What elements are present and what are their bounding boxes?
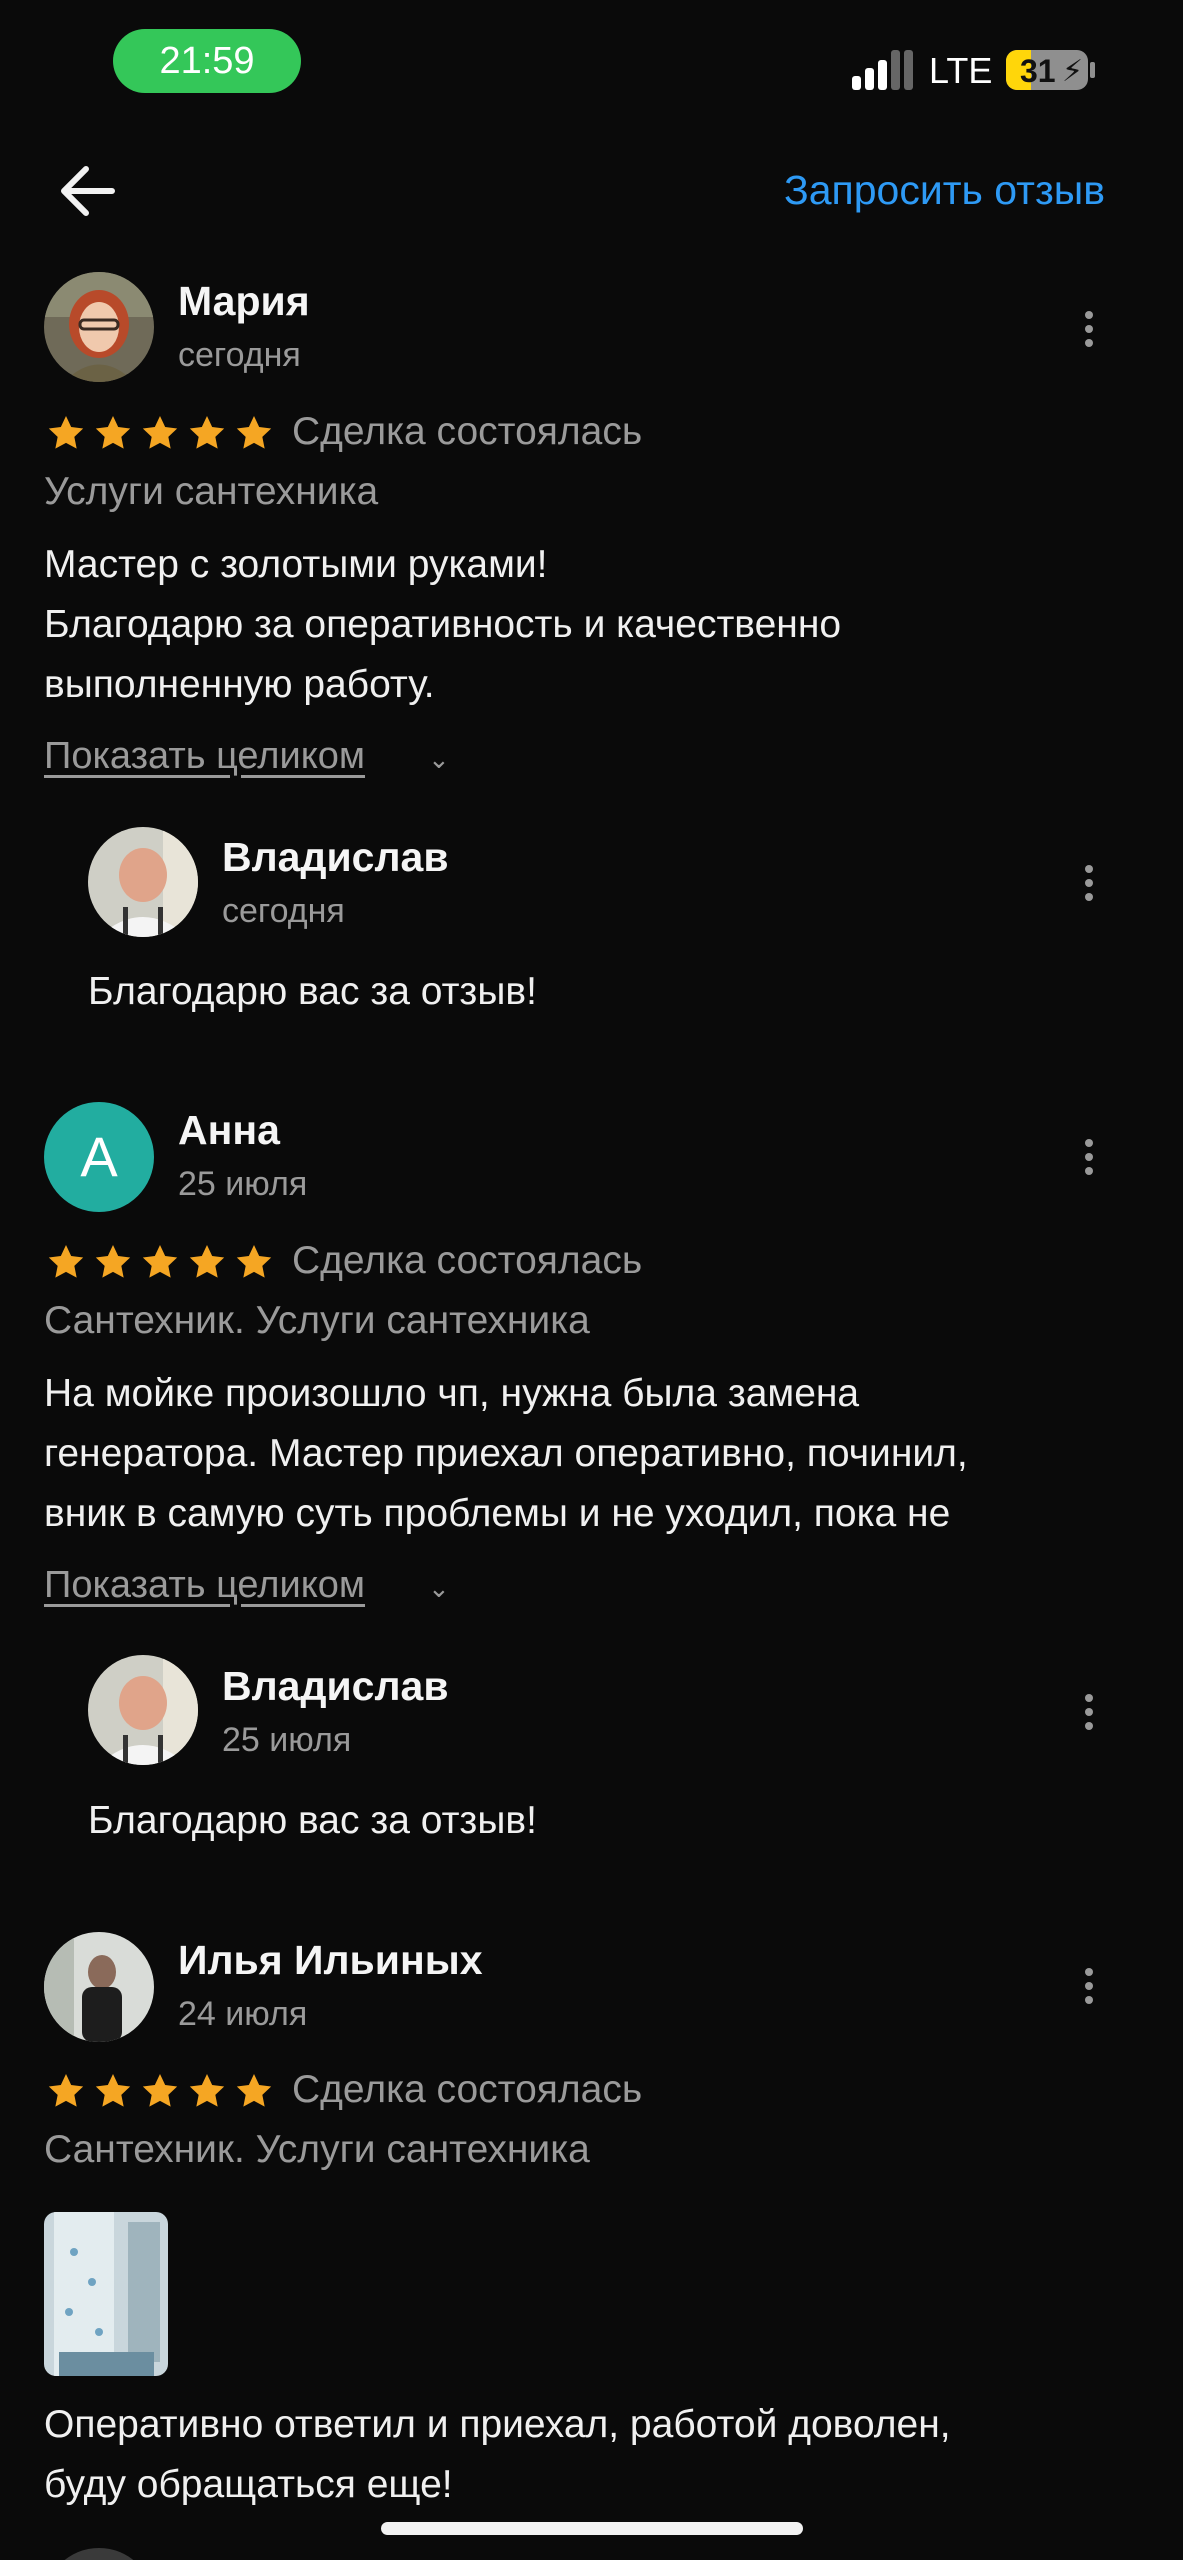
more-vertical-icon[interactable] [1069, 853, 1109, 913]
request-review-link[interactable]: Запросить отзыв [784, 167, 1105, 214]
star-icon [236, 416, 272, 449]
reviews-screen: 21:59 LTE 31 ⚡ Запросить отзыв Мария сег… [0, 0, 1183, 2560]
status-time: 21:59 [113, 29, 301, 93]
review-text-line: Мастер с золотыми руками! [44, 543, 548, 586]
back-arrow-icon[interactable] [52, 158, 122, 224]
reply-text: Благодарю вас за отзыв! [88, 970, 537, 1013]
show-all-link[interactable]: Показать целиком [44, 1564, 365, 1607]
review-text-line: буду обращаться еще! [44, 2463, 453, 2506]
home-indicator[interactable] [381, 2522, 803, 2535]
star-icon [189, 1245, 225, 1278]
star-icon [189, 416, 225, 449]
star-icon [236, 2074, 272, 2107]
service-name: Сантехник. Услуги сантехника [44, 1299, 590, 1342]
review-text-line: Оперативно ответил и приехал, работой до… [44, 2403, 951, 2446]
star-icon [142, 1245, 178, 1278]
signal-icon [852, 50, 914, 90]
star-icon [189, 2074, 225, 2107]
avatar[interactable]: А [44, 1102, 154, 1212]
star-icon [48, 416, 84, 449]
star-icon [95, 2074, 131, 2107]
review-text-line: Благодарю за оперативность и качественно [44, 603, 842, 646]
charging-icon: ⚡ [1062, 55, 1084, 88]
next-review-avatar [44, 2548, 154, 2560]
deal-status: Сделка состоялась [292, 410, 643, 453]
reply-author[interactable]: Владислав [222, 1663, 449, 1710]
avatar[interactable] [44, 272, 154, 382]
review-text-line: На мойке произошло чп, нужна была замена [44, 1372, 860, 1415]
more-vertical-icon[interactable] [1069, 1682, 1109, 1742]
review-text: Оперативно ответил и приехал, работой до… [44, 2395, 1124, 2515]
reply-date: сегодня [222, 892, 345, 930]
review-author[interactable]: Илья Ильиных [178, 1937, 483, 1984]
more-vertical-icon[interactable] [1069, 1127, 1109, 1187]
star-icon [48, 1245, 84, 1278]
review-date: 25 июля [178, 1165, 308, 1203]
service-name: Сантехник. Услуги сантехника [44, 2128, 590, 2171]
battery-percent: 31 [1020, 53, 1056, 89]
review-text: Мастер с золотыми руками! Благодарю за о… [44, 535, 1124, 715]
deal-status: Сделка состоялась [292, 1239, 643, 1282]
status-bar: 21:59 LTE 31 ⚡ [0, 0, 1183, 130]
reply-author[interactable]: Владислав [222, 834, 449, 881]
star-icon [95, 416, 131, 449]
reply-avatar[interactable] [88, 1655, 198, 1765]
reply-avatar[interactable] [88, 827, 198, 937]
chevron-down-icon: ⌄ [428, 744, 450, 774]
battery-icon: 31 ⚡ [1006, 50, 1088, 90]
more-vertical-icon[interactable] [1069, 1956, 1109, 2016]
deal-status: Сделка состоялась [292, 2068, 643, 2111]
reply-date: 25 июля [222, 1721, 352, 1759]
review-author[interactable]: Мария [178, 278, 310, 325]
review-date: 24 июля [178, 1995, 308, 2033]
star-icon [48, 2074, 84, 2107]
chevron-down-icon: ⌄ [428, 1573, 450, 1603]
star-icon [95, 1245, 131, 1278]
show-all-link[interactable]: Показать целиком [44, 735, 365, 778]
review-author[interactable]: Анна [178, 1107, 280, 1154]
star-icon [236, 1245, 272, 1278]
star-icon [142, 2074, 178, 2107]
review-text-line: вник в самую суть проблемы и не уходил, … [44, 1492, 951, 1535]
reply-text: Благодарю вас за отзыв! [88, 1799, 537, 1842]
network-type: LTE [929, 50, 993, 91]
review-date: сегодня [178, 336, 301, 374]
review-photo[interactable] [44, 2212, 168, 2376]
review-text-line: генератора. Мастер приехал оперативно, п… [44, 1432, 968, 1475]
review-text-line: выполненную работу. [44, 663, 435, 706]
battery-cap [1090, 62, 1095, 78]
service-name: Услуги сантехника [44, 470, 379, 513]
review-text: На мойке произошло чп, нужна была замена… [44, 1364, 1124, 1544]
star-icon [142, 416, 178, 449]
avatar[interactable] [44, 1932, 154, 2042]
more-vertical-icon[interactable] [1069, 299, 1109, 359]
